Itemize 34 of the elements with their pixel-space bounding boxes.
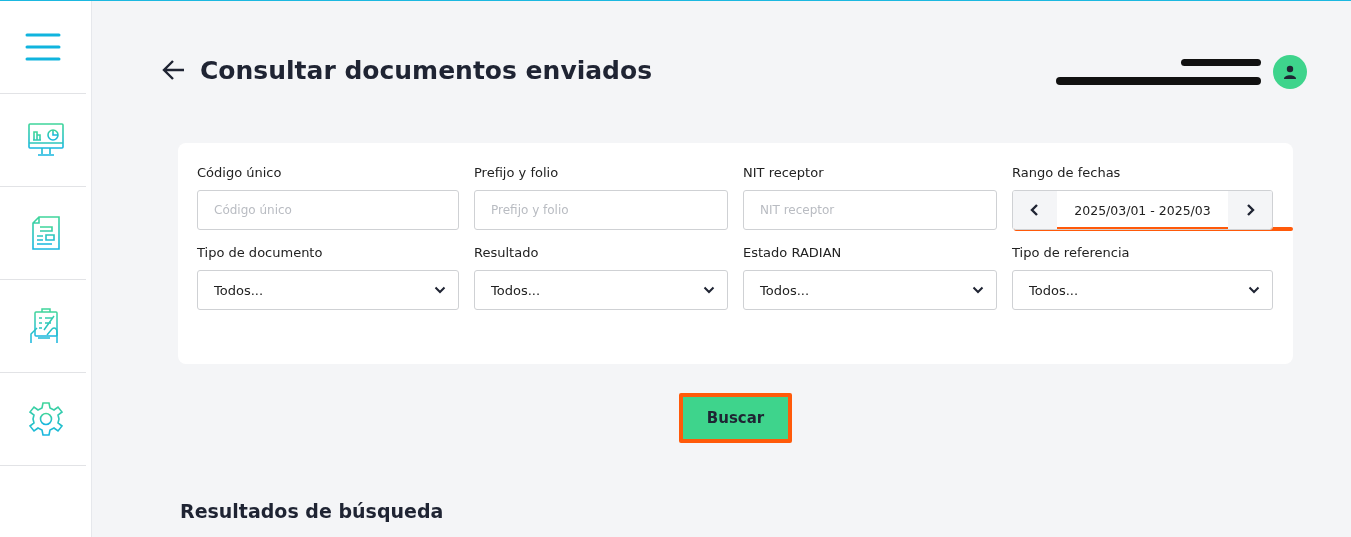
user-avatar[interactable] (1273, 55, 1307, 89)
monitor-chart-icon[interactable] (28, 123, 64, 157)
date-range-field[interactable]: 2025/03/01 - 2025/03 (1012, 190, 1273, 230)
chevron-down-icon (434, 286, 446, 294)
text-field[interactable]: Código único (197, 190, 459, 230)
dropdown[interactable]: Todos... (743, 270, 997, 310)
results-heading: Resultados de búsqueda (180, 500, 445, 522)
date-range-value: 2025/03/01 - 2025/03 (1073, 201, 1212, 220)
chevron-left-icon (1030, 204, 1040, 216)
settings-icon[interactable] (28, 401, 64, 437)
previous-button[interactable] (1013, 191, 1057, 229)
field-label: Tipo de referencia (1012, 245, 1131, 262)
document-icon[interactable] (32, 216, 60, 250)
field-label: Código único (197, 165, 283, 182)
search-button[interactable]: Buscar (683, 397, 788, 439)
dropdown[interactable]: Todos... (1012, 270, 1273, 310)
field-label: Resultado (474, 245, 540, 262)
dropdown[interactable]: Todos... (197, 270, 459, 310)
menu-icon[interactable] (25, 33, 61, 61)
text-field[interactable]: Prefijo y folio (474, 190, 728, 230)
text-field[interactable]: NIT receptor (743, 190, 997, 230)
dropdown[interactable]: Todos... (474, 270, 728, 310)
field-label: Rango de fechas (1012, 165, 1122, 182)
field-label: Estado RADIAN (743, 245, 843, 262)
page-title: Consultar documentos enviados (200, 55, 654, 85)
chevron-down-icon (703, 286, 715, 294)
field-label: NIT receptor (743, 165, 825, 182)
chevron-right-icon (1245, 204, 1255, 216)
chevron-down-icon (972, 286, 984, 294)
field-label: Tipo de documento (197, 245, 324, 262)
chevron-down-icon (1248, 286, 1260, 294)
field-label: Prefijo y folio (474, 165, 560, 182)
back-button[interactable] (162, 59, 186, 81)
next-button[interactable] (1228, 191, 1272, 229)
